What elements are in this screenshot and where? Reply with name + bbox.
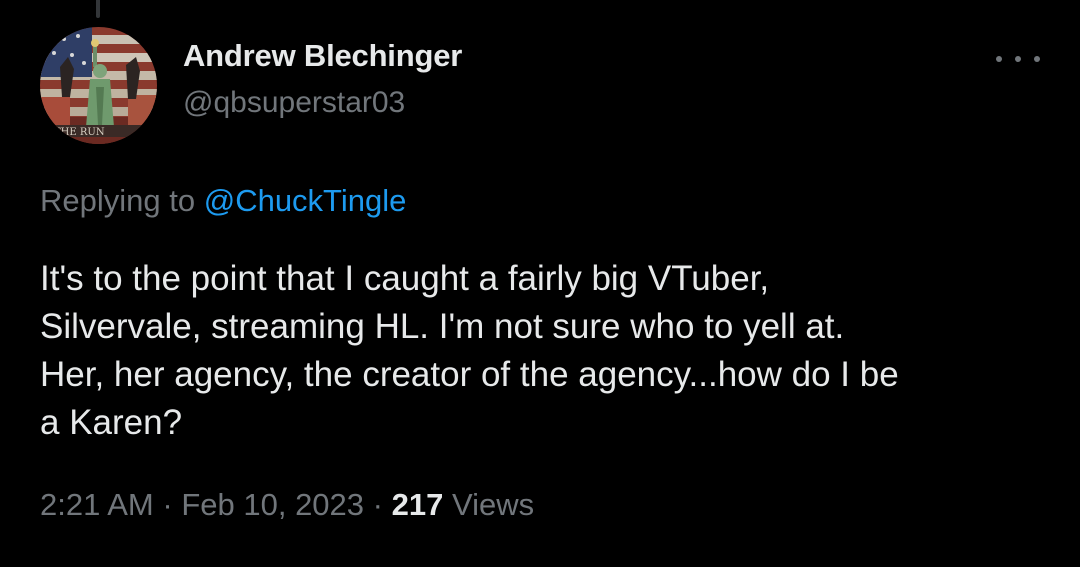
author-display-name[interactable]: Andrew Blechinger bbox=[183, 38, 462, 74]
author-handle[interactable]: @qbsuperstar03 bbox=[183, 86, 405, 120]
avatar[interactable]: THE RUN bbox=[40, 27, 157, 144]
replying-to: Replying to @ChuckTingle bbox=[40, 183, 406, 219]
tweet-text-line: Silvervale, streaming HL. I'm not sure w… bbox=[40, 307, 845, 346]
views-label: Views bbox=[451, 487, 535, 522]
avatar-image: THE RUN bbox=[40, 27, 157, 144]
svg-text:THE RUN: THE RUN bbox=[54, 127, 105, 138]
replying-to-prefix: Replying to bbox=[40, 183, 196, 218]
tweet-time[interactable]: 2:21 AM bbox=[40, 487, 154, 522]
more-horizontal-icon bbox=[996, 56, 1002, 62]
thread-connector-line bbox=[96, 0, 100, 18]
tweet-text-line: It's to the point that I caught a fairly… bbox=[40, 259, 770, 298]
meta-separator: · bbox=[372, 487, 383, 522]
views-count[interactable]: 217 bbox=[392, 487, 444, 522]
more-horizontal-icon-dot bbox=[1034, 56, 1040, 62]
tweet-text-line: a Karen? bbox=[40, 403, 183, 442]
tweet-text-line: Her, her agency, the creator of the agen… bbox=[40, 355, 899, 394]
tweet-meta: 2:21 AM · Feb 10, 2023 · 217 Views bbox=[40, 487, 534, 523]
meta-separator: · bbox=[162, 487, 173, 522]
tweet-date[interactable]: Feb 10, 2023 bbox=[181, 487, 364, 522]
tweet-text: It's to the point that I caught a fairly… bbox=[40, 255, 1050, 447]
more-horizontal-icon-dot bbox=[1015, 56, 1021, 62]
more-options-button[interactable] bbox=[996, 44, 1040, 74]
replying-to-mention-link[interactable]: @ChuckTingle bbox=[204, 183, 407, 218]
